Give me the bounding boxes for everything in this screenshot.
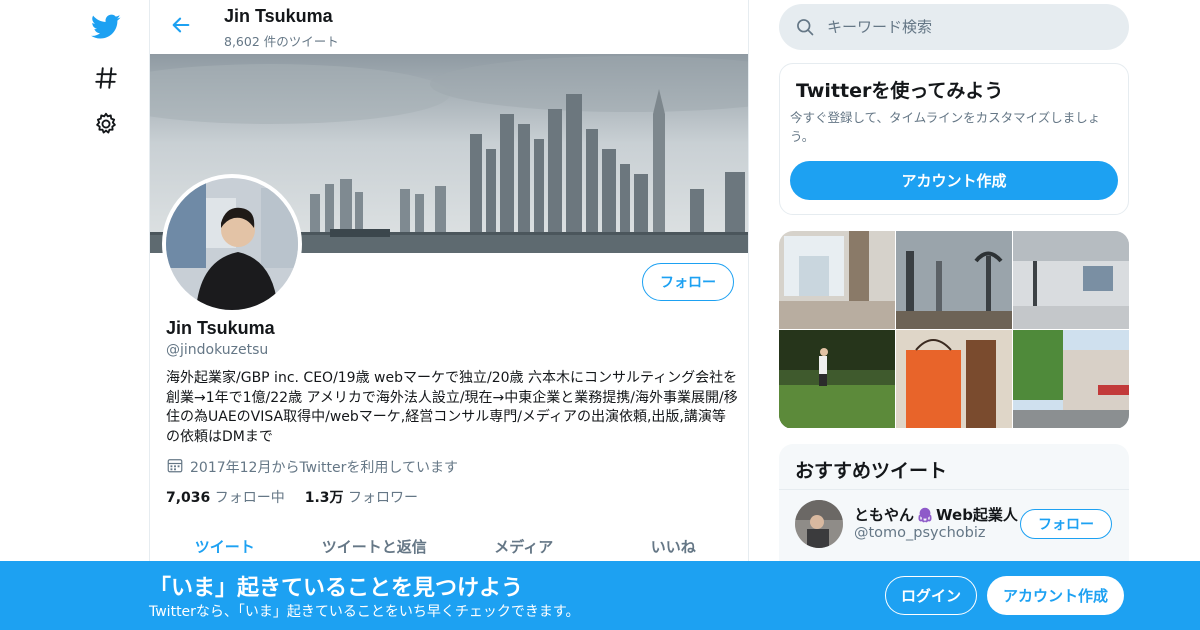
octopus-emoji-icon: [916, 506, 934, 524]
followers-label: フォロワー: [348, 490, 419, 506]
calendar-icon: [166, 456, 184, 478]
recommended-user-avatar[interactable]: [795, 500, 843, 548]
recommended-title: おすすめツイート: [795, 460, 948, 482]
tweet-count: 8,602 件のツイート: [224, 34, 339, 49]
join-date-text: 2017年12月からTwitterを利用しています: [190, 460, 458, 476]
media-thumb[interactable]: [779, 330, 895, 428]
search-input[interactable]: [827, 18, 1097, 36]
following-stat[interactable]: 7,036 フォロー中: [166, 487, 285, 507]
divider: [779, 489, 1129, 490]
media-thumb[interactable]: [1013, 330, 1129, 428]
login-button[interactable]: ログイン: [885, 576, 977, 615]
recommended-user-name[interactable]: ともやん Web起業人: [854, 504, 1018, 525]
media-grid: [779, 231, 1129, 429]
search-icon: [795, 17, 815, 37]
recommended-user-name-suffix: Web起業人: [936, 506, 1018, 524]
follow-button[interactable]: フォロー: [642, 263, 734, 301]
profile-header-bar: Jin Tsukuma 8,602 件のツイート: [150, 0, 748, 54]
search-box: [779, 4, 1129, 50]
profile-handle: @jindokuzetsu: [166, 342, 269, 358]
following-count: 7,036: [166, 490, 211, 506]
media-thumb[interactable]: [1013, 231, 1129, 329]
join-date: 2017年12月からTwitterを利用しています: [166, 456, 458, 478]
media-thumb[interactable]: [779, 231, 895, 329]
back-arrow-icon[interactable]: [166, 10, 196, 40]
media-thumb[interactable]: [896, 330, 1012, 428]
media-thumb[interactable]: [896, 231, 1012, 329]
twitter-bird-icon[interactable]: [84, 7, 128, 47]
create-account-button[interactable]: アカウント作成: [790, 161, 1118, 200]
hashtag-icon[interactable]: [84, 58, 128, 98]
followers-stat[interactable]: 1.3万 フォロワー: [305, 487, 418, 507]
signup-card: Twitterを使ってみよう 今すぐ登録して、タイムラインをカスタマイズしましょ…: [779, 63, 1129, 215]
signup-card-title: Twitterを使ってみよう: [796, 80, 1004, 102]
following-label: フォロー中: [214, 490, 285, 506]
header-name: Jin Tsukuma: [224, 6, 333, 26]
profile-column: Jin Tsukuma 8,602 件のツイート フォロー Jin Tsukum…: [149, 0, 749, 630]
recommended-user-name-text: ともやん: [854, 506, 915, 524]
signup-card-text: 今すぐ登録して、タイムラインをカスタマイズしましょう。: [790, 110, 1101, 144]
bottom-signup-bar: 「いま」起きていることを見つけよう Twitterなら、「いま」起きていることを…: [0, 561, 1200, 630]
recommended-user-handle: @tomo_psychobiz: [854, 525, 986, 541]
profile-avatar[interactable]: [162, 174, 302, 314]
bottom-bar-subtitle: Twitterなら、「いま」起きていることをいち早くチェックできます。: [149, 604, 580, 620]
followers-count: 1.3万: [304, 490, 344, 506]
profile-bio: 海外起業家/GBP inc. CEO/19歳 webマーケで独立/20歳 六本木…: [166, 370, 738, 445]
bottom-create-account-button[interactable]: アカウント作成: [987, 576, 1124, 615]
follow-stats: 7,036 フォロー中 1.3万 フォロワー: [166, 487, 418, 507]
gear-icon[interactable]: [84, 104, 128, 144]
profile-name: Jin Tsukuma: [166, 318, 275, 338]
bottom-bar-title: 「いま」起きていることを見つけよう: [149, 576, 524, 601]
recommended-follow-button[interactable]: フォロー: [1020, 509, 1112, 539]
